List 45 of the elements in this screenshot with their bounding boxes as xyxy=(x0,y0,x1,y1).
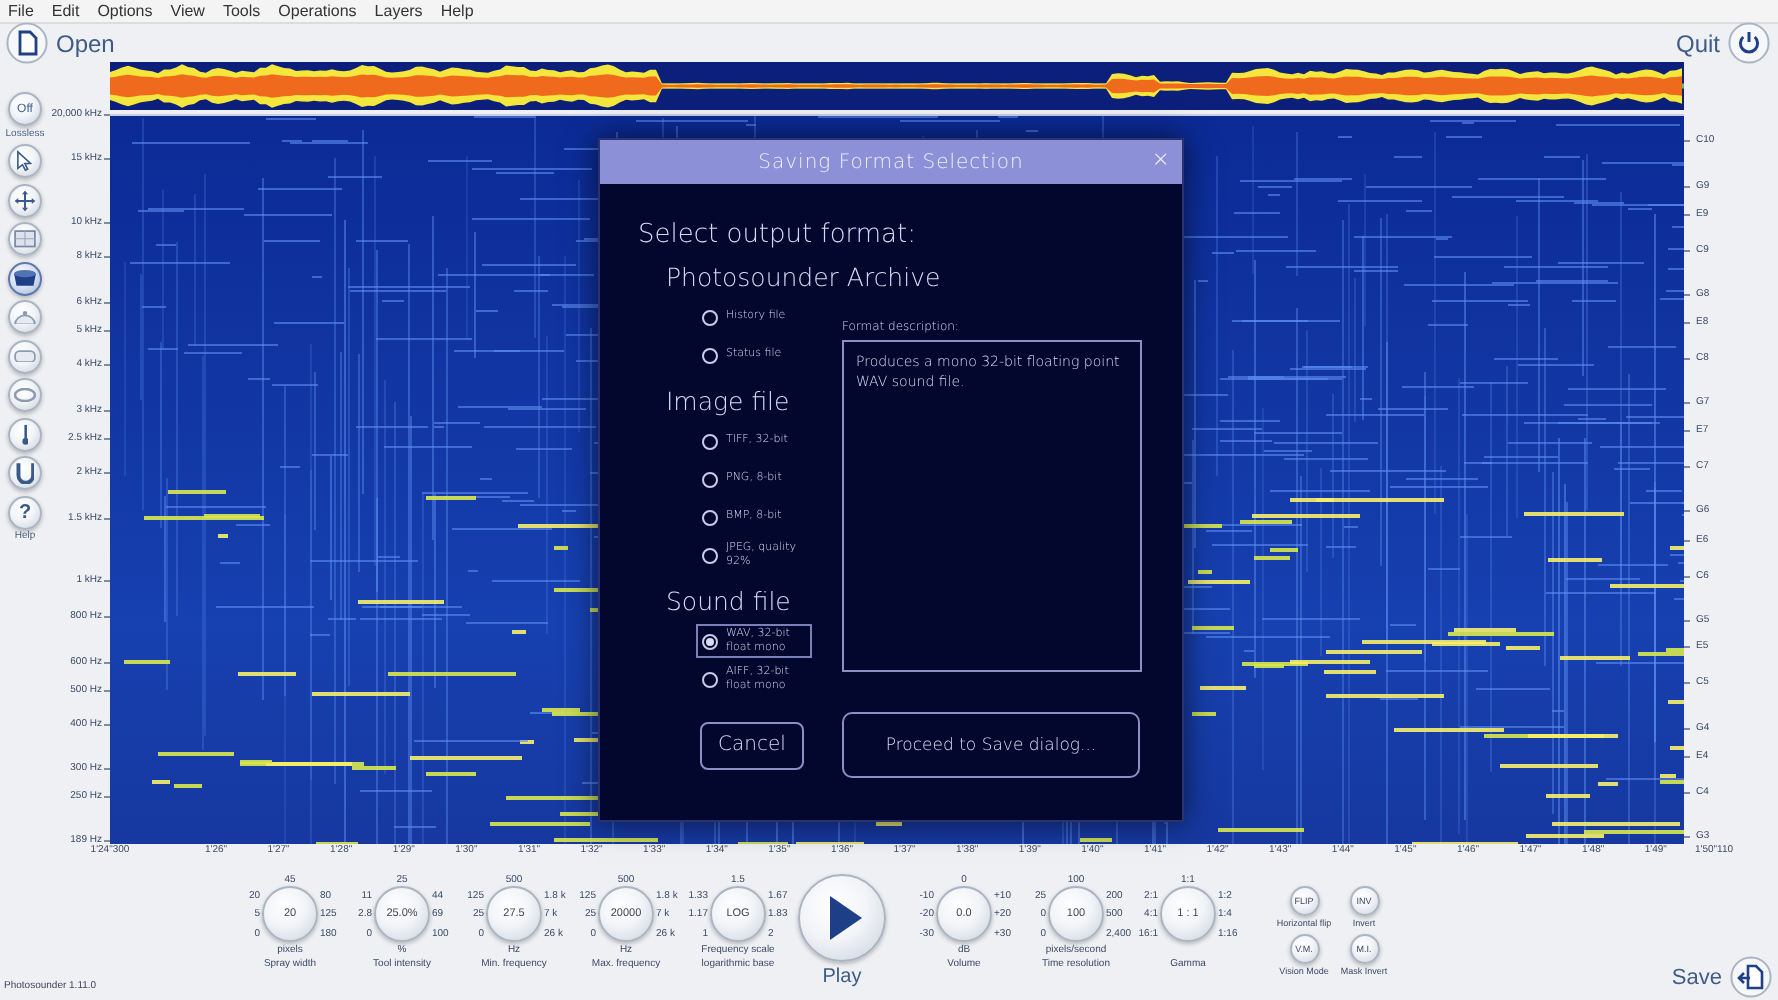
save-icon xyxy=(1730,956,1772,998)
radio-button[interactable] xyxy=(702,633,718,649)
radio-button[interactable] xyxy=(702,309,718,325)
radio-button[interactable] xyxy=(702,471,718,487)
quit-button[interactable]: Quit xyxy=(1675,22,1770,64)
dialog-prompt: Select output format: xyxy=(638,220,919,252)
proceed-button[interactable]: Proceed to Save dialog... xyxy=(842,712,1140,778)
menu-item[interactable]: View xyxy=(170,1,205,21)
play-icon xyxy=(830,896,862,940)
bucket-tool-button[interactable] xyxy=(8,261,42,295)
group-heading: Image file xyxy=(666,386,790,416)
pointer-icon xyxy=(16,150,34,172)
menu-item[interactable]: Operations xyxy=(278,1,357,21)
open-button[interactable]: Open xyxy=(6,22,115,64)
radio-button[interactable] xyxy=(702,547,718,563)
thermometer-icon xyxy=(21,423,29,445)
magnet-tool-button[interactable] xyxy=(8,456,42,490)
grid-icon xyxy=(14,230,36,248)
menu-item[interactable]: Edit xyxy=(51,1,80,21)
move-icon xyxy=(14,189,36,211)
bucket-icon xyxy=(14,270,36,286)
move-tool-button[interactable] xyxy=(8,183,42,217)
menu-item[interactable]: Layers xyxy=(374,1,423,21)
play-label: Play xyxy=(822,968,862,988)
group-heading: Sound file xyxy=(666,586,791,616)
radio-button[interactable] xyxy=(702,671,718,687)
menu-item[interactable]: Options xyxy=(97,1,153,21)
menu-item[interactable]: Tools xyxy=(222,1,261,21)
pointer-tool-button[interactable] xyxy=(8,144,42,178)
magnet-icon xyxy=(15,462,35,484)
menu-item[interactable]: Help xyxy=(440,1,474,21)
menu-item[interactable]: File xyxy=(8,1,34,21)
help-tool-button[interactable]: ? xyxy=(8,495,42,529)
radio-button[interactable] xyxy=(702,347,718,363)
thermometer-tool-button[interactable] xyxy=(8,417,42,451)
cancel-button[interactable]: Cancel xyxy=(700,721,804,769)
group-heading: Photosounder Archive xyxy=(666,262,941,292)
ring-icon xyxy=(14,388,36,402)
eraser-tool-button[interactable] xyxy=(8,339,42,373)
radio-button[interactable] xyxy=(702,433,718,449)
eraser-icon xyxy=(14,349,36,363)
radio-button[interactable] xyxy=(702,509,718,525)
dialog-title: Saving Format Selection xyxy=(758,151,1024,173)
play-button[interactable] xyxy=(798,874,886,962)
save-button[interactable]: Save xyxy=(1671,956,1778,1000)
